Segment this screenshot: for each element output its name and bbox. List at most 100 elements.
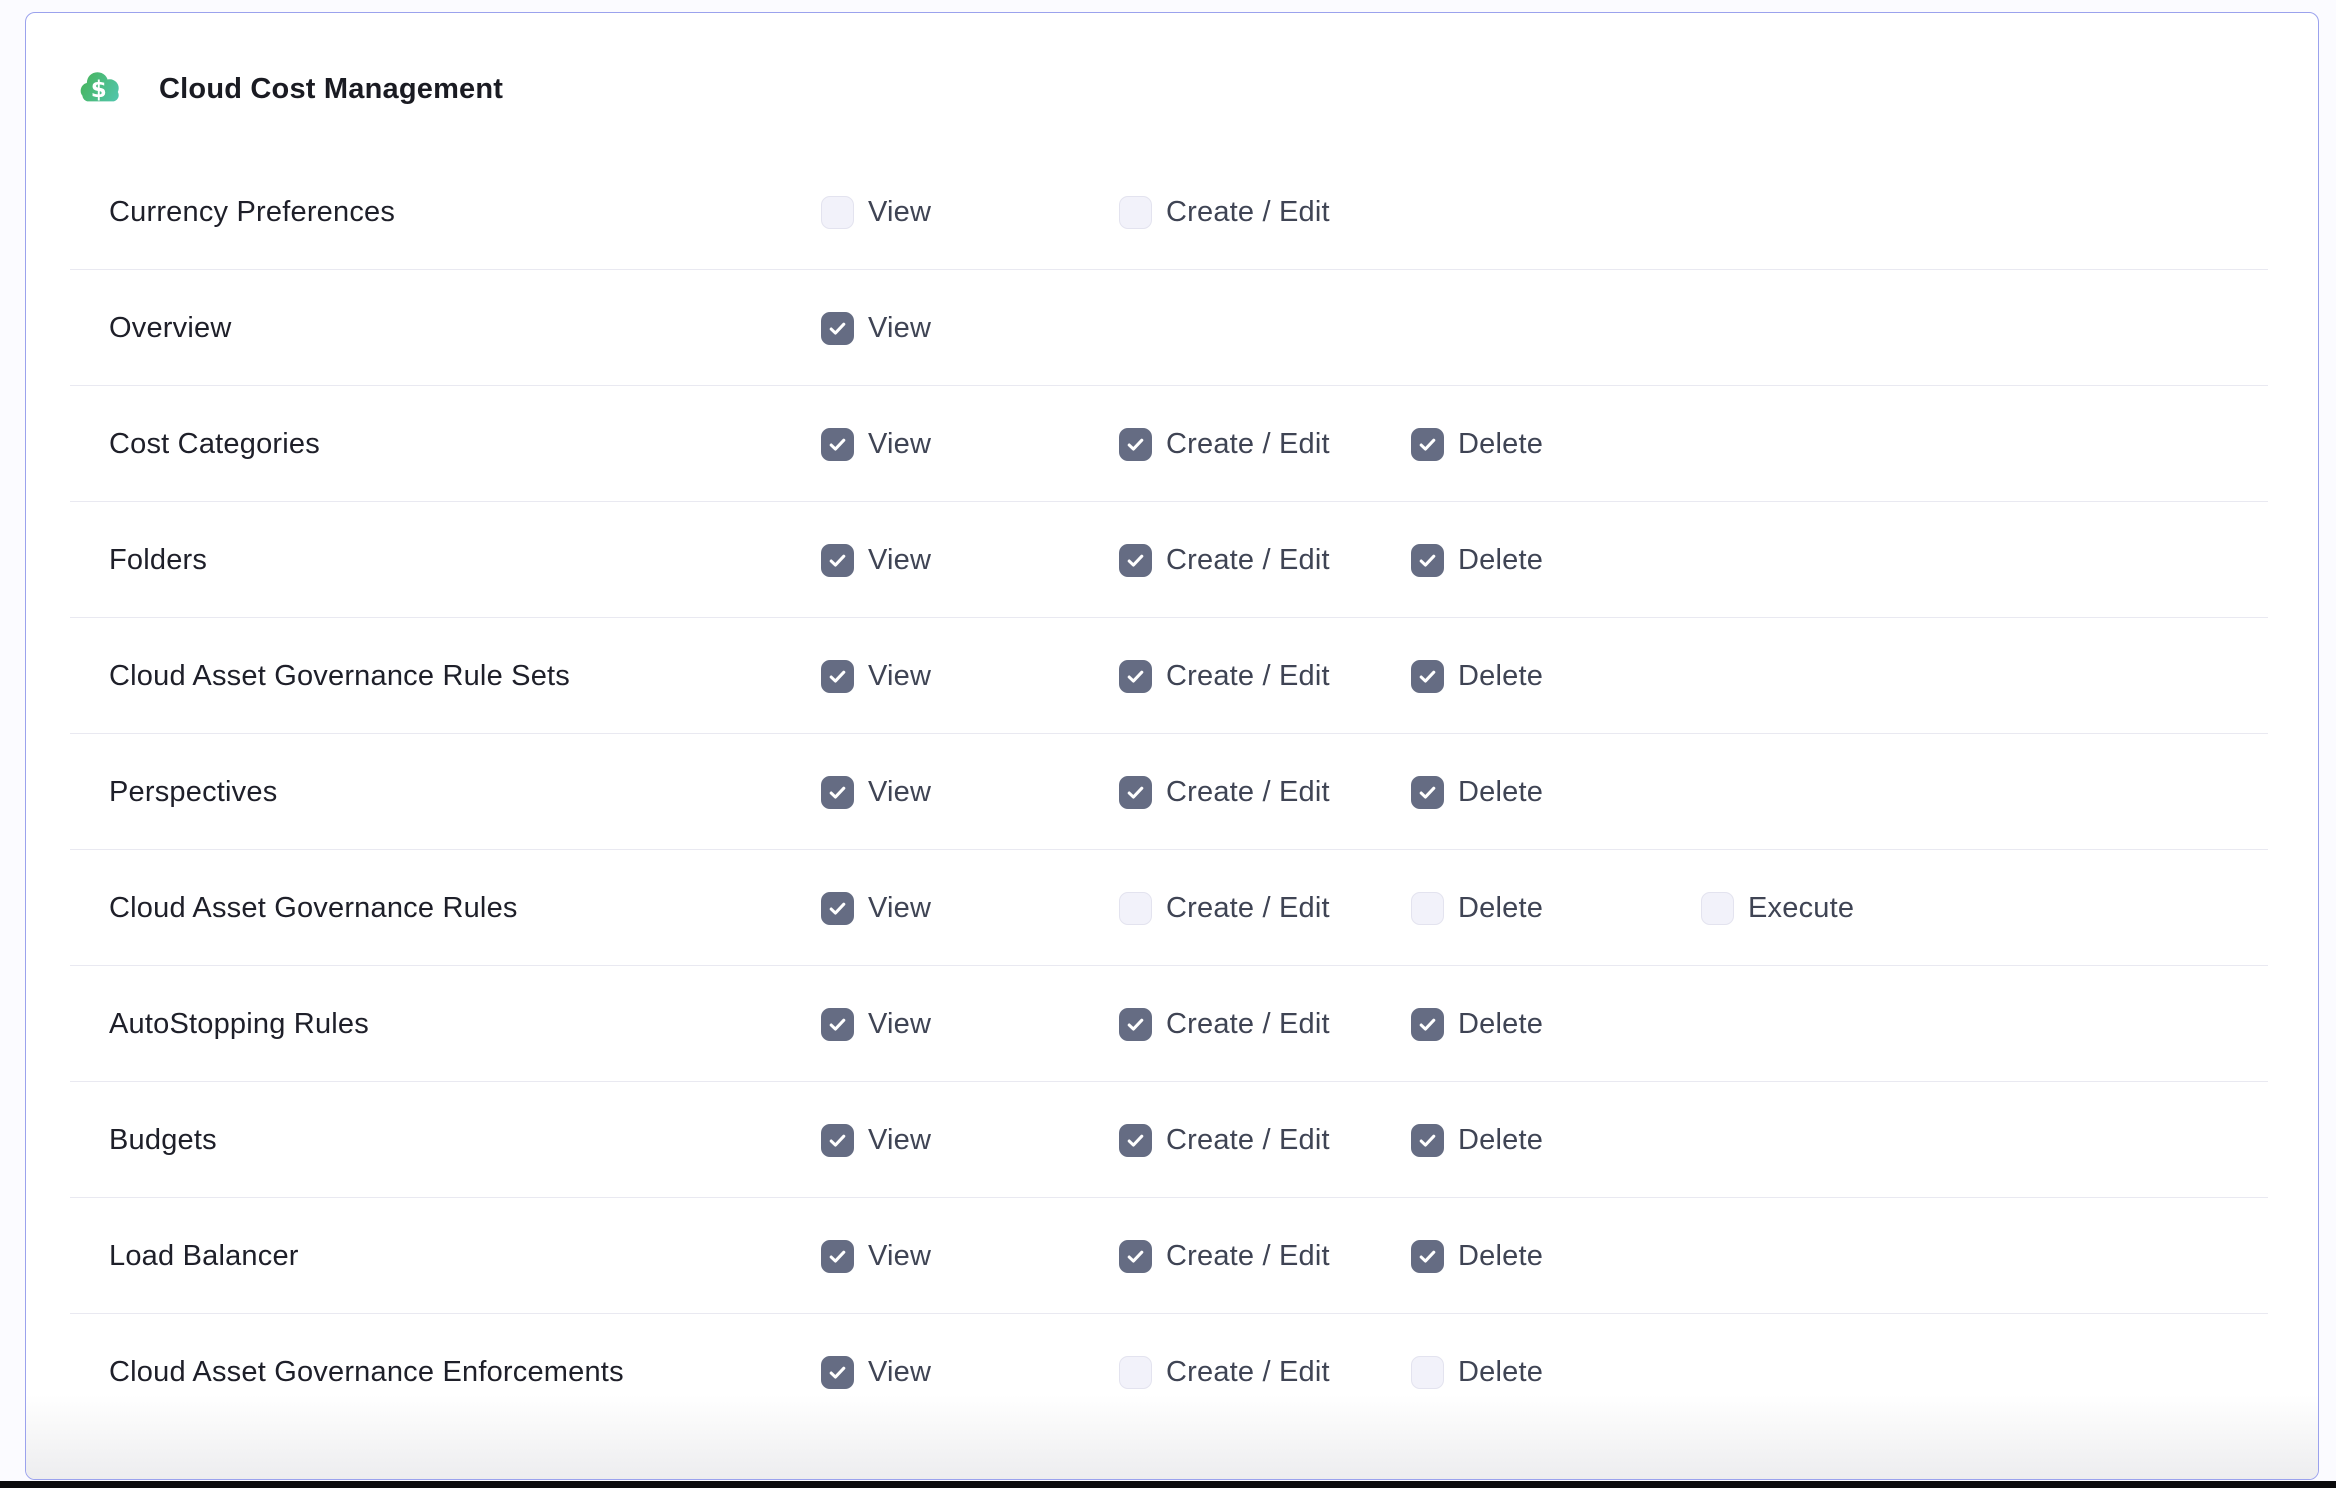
checkbox-cell-view[interactable]: View xyxy=(821,196,1119,229)
delete-checkbox[interactable] xyxy=(1411,892,1444,925)
execute-checkbox-label: Execute xyxy=(1748,892,1854,925)
view-checkbox-label: View xyxy=(868,1356,931,1389)
checkbox-cell-create-edit[interactable]: Create / Edit xyxy=(1119,892,1411,925)
permission-name: Folders xyxy=(109,544,821,577)
cloud-dollar-icon: $ xyxy=(78,67,124,111)
checkmark-icon xyxy=(1417,666,1438,687)
view-checkbox[interactable] xyxy=(821,544,854,577)
create-edit-checkbox[interactable] xyxy=(1119,660,1152,693)
checkbox-cell-view[interactable]: View xyxy=(821,892,1119,925)
checkbox-cell-view[interactable]: View xyxy=(821,1240,1119,1273)
delete-checkbox[interactable] xyxy=(1411,776,1444,809)
view-checkbox[interactable] xyxy=(821,892,854,925)
delete-checkbox[interactable] xyxy=(1411,1008,1444,1041)
checkmark-icon xyxy=(1125,782,1146,803)
permission-name: Budgets xyxy=(109,1124,821,1157)
permission-rows: Currency PreferencesViewCreate / EditOve… xyxy=(26,154,2318,1430)
checkbox-cell-create-edit[interactable]: Create / Edit xyxy=(1119,544,1411,577)
create-edit-checkbox[interactable] xyxy=(1119,776,1152,809)
checkbox-cell-delete[interactable]: Delete xyxy=(1411,428,1701,461)
checkbox-cell-delete[interactable]: Delete xyxy=(1411,1356,1701,1389)
view-checkbox-label: View xyxy=(868,428,931,461)
checkmark-icon xyxy=(1417,550,1438,571)
checkmark-icon xyxy=(827,898,848,919)
checkbox-cell-view[interactable]: View xyxy=(821,312,1119,345)
delete-checkbox[interactable] xyxy=(1411,1240,1444,1273)
permission-row: Cost CategoriesViewCreate / EditDelete xyxy=(26,386,2318,502)
checkmark-icon xyxy=(827,666,848,687)
create-edit-checkbox[interactable] xyxy=(1119,428,1152,461)
create-edit-checkbox[interactable] xyxy=(1119,1240,1152,1273)
create-edit-checkbox[interactable] xyxy=(1119,544,1152,577)
view-checkbox[interactable] xyxy=(821,1240,854,1273)
checkbox-cell-create-edit[interactable]: Create / Edit xyxy=(1119,1356,1411,1389)
permission-row: PerspectivesViewCreate / EditDelete xyxy=(26,734,2318,850)
permission-row: Cloud Asset Governance RulesViewCreate /… xyxy=(26,850,2318,966)
card-header: $ Cloud Cost Management xyxy=(26,13,2318,111)
checkbox-cell-delete[interactable]: Delete xyxy=(1411,892,1701,925)
create-edit-checkbox[interactable] xyxy=(1119,1356,1152,1389)
create-edit-checkbox[interactable] xyxy=(1119,1008,1152,1041)
view-checkbox[interactable] xyxy=(821,1008,854,1041)
create-edit-checkbox[interactable] xyxy=(1119,892,1152,925)
view-checkbox[interactable] xyxy=(821,1356,854,1389)
checkmark-icon xyxy=(827,1246,848,1267)
delete-checkbox-label: Delete xyxy=(1458,1356,1543,1389)
checkbox-cell-delete[interactable]: Delete xyxy=(1411,1124,1701,1157)
checkbox-cell-view[interactable]: View xyxy=(821,428,1119,461)
checkbox-cell-execute[interactable]: Execute xyxy=(1701,892,2318,925)
delete-checkbox[interactable] xyxy=(1411,428,1444,461)
checkbox-cell-create-edit[interactable]: Create / Edit xyxy=(1119,196,1411,229)
view-checkbox[interactable] xyxy=(821,312,854,345)
checkbox-cell-create-edit[interactable]: Create / Edit xyxy=(1119,1008,1411,1041)
permission-row: Cloud Asset Governance EnforcementsViewC… xyxy=(26,1314,2318,1430)
permission-row: Cloud Asset Governance Rule SetsViewCrea… xyxy=(26,618,2318,734)
checkbox-cell-delete[interactable]: Delete xyxy=(1411,1240,1701,1273)
checkbox-cell-view[interactable]: View xyxy=(821,544,1119,577)
permission-row: Budgets View Create / Edit Delete xyxy=(26,1082,2318,1198)
create-edit-checkbox-label: Create / Edit xyxy=(1166,196,1330,229)
view-checkbox[interactable] xyxy=(821,776,854,809)
create-edit-checkbox-label: Create / Edit xyxy=(1166,1124,1330,1157)
view-checkbox[interactable] xyxy=(821,196,854,229)
checkmark-icon xyxy=(1125,434,1146,455)
delete-checkbox[interactable] xyxy=(1411,1356,1444,1389)
create-edit-checkbox[interactable] xyxy=(1119,196,1152,229)
view-checkbox-label: View xyxy=(868,196,931,229)
delete-checkbox-label: Delete xyxy=(1458,892,1543,925)
checkmark-icon xyxy=(827,318,848,339)
checkmark-icon xyxy=(1417,1130,1438,1151)
checkmark-icon xyxy=(1125,1246,1146,1267)
checkbox-cell-delete[interactable]: Delete xyxy=(1411,544,1701,577)
delete-checkbox[interactable] xyxy=(1411,1124,1444,1157)
delete-checkbox-label: Delete xyxy=(1458,1008,1543,1041)
delete-checkbox[interactable] xyxy=(1411,660,1444,693)
view-checkbox[interactable] xyxy=(821,660,854,693)
checkbox-cell-view[interactable]: View xyxy=(821,1124,1119,1157)
delete-checkbox-label: Delete xyxy=(1458,1240,1543,1273)
permission-row: Currency PreferencesViewCreate / Edit xyxy=(26,154,2318,270)
checkmark-icon xyxy=(827,1362,848,1383)
delete-checkbox[interactable] xyxy=(1411,544,1444,577)
create-edit-checkbox-label: Create / Edit xyxy=(1166,428,1330,461)
execute-checkbox[interactable] xyxy=(1701,892,1734,925)
checkbox-cell-delete[interactable]: Delete xyxy=(1411,1008,1701,1041)
checkbox-cell-create-edit[interactable]: Create / Edit xyxy=(1119,1124,1411,1157)
view-checkbox[interactable] xyxy=(821,428,854,461)
delete-checkbox-label: Delete xyxy=(1458,1124,1543,1157)
checkbox-cell-view[interactable]: View xyxy=(821,1356,1119,1389)
checkmark-icon xyxy=(827,1130,848,1151)
view-checkbox-label: View xyxy=(868,1124,931,1157)
checkbox-cell-create-edit[interactable]: Create / Edit xyxy=(1119,1240,1411,1273)
permission-name: Cloud Asset Governance Rules xyxy=(109,892,821,925)
checkbox-cell-create-edit[interactable]: Create / Edit xyxy=(1119,428,1411,461)
checkbox-cell-view[interactable]: View xyxy=(821,660,1119,693)
view-checkbox[interactable] xyxy=(821,1124,854,1157)
checkbox-cell-create-edit[interactable]: Create / Edit xyxy=(1119,776,1411,809)
checkbox-cell-view[interactable]: View xyxy=(821,1008,1119,1041)
checkbox-cell-create-edit[interactable]: Create / Edit xyxy=(1119,660,1411,693)
create-edit-checkbox[interactable] xyxy=(1119,1124,1152,1157)
checkbox-cell-view[interactable]: View xyxy=(821,776,1119,809)
checkbox-cell-delete[interactable]: Delete xyxy=(1411,776,1701,809)
checkbox-cell-delete[interactable]: Delete xyxy=(1411,660,1701,693)
